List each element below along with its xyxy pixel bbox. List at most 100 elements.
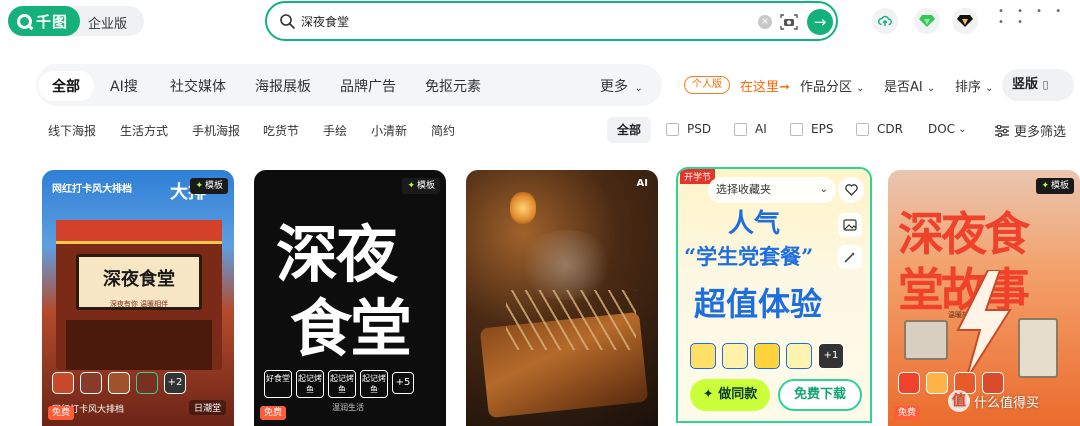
is-ai-dropdown[interactable]: 是否AI ⌄ (884, 76, 935, 95)
more-variants-count[interactable]: +2 (164, 372, 186, 394)
template-badge: ✦ 模板 (190, 178, 228, 194)
format-doc-dropdown[interactable]: DOC ⌄ (928, 122, 966, 136)
more-filters-button[interactable]: 更多筛选 (995, 121, 1066, 140)
variant-thumbnail[interactable] (108, 372, 130, 394)
category-cutout-elements[interactable]: 免抠元素 (425, 76, 481, 96)
format-ai[interactable]: AI (734, 122, 767, 136)
more-filters-label: 更多筛选 (1014, 125, 1067, 140)
template-card-hovered[interactable]: 开学节 选择收藏夹 ⌄ 人气 “学生党套餐” 超值体验 +1 ✦ 做同款 免费下… (676, 167, 872, 423)
clear-search-icon[interactable]: × (758, 15, 772, 29)
subcategory-simple[interactable]: 简约 (431, 122, 455, 139)
favorite-button[interactable] (838, 177, 864, 203)
is-ai-label: 是否AI (884, 80, 923, 95)
svip-button[interactable] (952, 8, 978, 34)
subcategory-lifestyle[interactable]: 生活方式 (120, 122, 168, 139)
sort-label: 排序 (955, 80, 982, 95)
chevron-down-icon: ⌄ (856, 83, 865, 94)
chevron-down-icon: ⌄ (958, 123, 967, 135)
checkbox-icon[interactable] (666, 122, 679, 136)
checkbox-icon[interactable] (856, 122, 869, 136)
here-link[interactable]: 在这里➞ (740, 76, 790, 95)
feature-chip: 好食堂 (264, 370, 292, 398)
more-menu-icon[interactable]: • • • • • • (998, 6, 1080, 28)
lightning-bolt-icon (956, 270, 1012, 380)
variant-thumbnail[interactable] (722, 343, 748, 369)
variant-thumbnail[interactable] (136, 372, 158, 394)
lantern-glow (510, 192, 536, 224)
sort-dropdown[interactable]: 排序 ⌄ (955, 76, 994, 95)
subcategory-mobile-poster[interactable]: 手机海报 (192, 122, 240, 139)
image-preview-button[interactable] (838, 213, 862, 237)
template-badge: ✦ 模板 (1036, 178, 1074, 194)
magic-wand-icon (844, 252, 855, 263)
feature-chip: 起记烤鱼 (328, 370, 356, 398)
chevron-down-icon: ⌄ (926, 83, 936, 94)
photo-card[interactable]: AI (466, 170, 658, 426)
free-download-button[interactable]: 免费下载 (778, 379, 862, 411)
variant-thumbnail[interactable] (690, 343, 716, 369)
storefront-illustration: 深夜食堂 深夜有你 温暖相伴 (56, 220, 222, 370)
more-variants-count[interactable]: +5 (392, 372, 414, 394)
personal-edition-badge[interactable]: 个人版 (684, 76, 730, 94)
format-all[interactable]: 全部 (607, 117, 651, 143)
subcategory-fresh[interactable]: 小清新 (371, 122, 407, 139)
search-bar[interactable]: × → (265, 1, 838, 41)
card-caption: 温润生活 (332, 403, 364, 412)
checkbox-icon[interactable] (734, 122, 747, 136)
orientation-label: 竖版 (1012, 77, 1039, 92)
shop-sub-sign: 深夜有你 温暖相伴 (109, 300, 169, 308)
image-search-icon[interactable] (779, 12, 799, 32)
subcategory-foodie-festival[interactable]: 吃货节 (263, 122, 299, 139)
variant-thumbnail[interactable] (898, 372, 920, 394)
sparkle-icon: ✦ (702, 387, 714, 402)
category-all[interactable]: 全部 (38, 71, 94, 101)
format-doc-label: DOC (928, 122, 956, 136)
watermark-text: 什么值得买 (974, 395, 1040, 411)
feature-chip: 起记烤鱼 (296, 370, 324, 398)
logo[interactable]: 千图 企业版 (8, 6, 144, 36)
variant-thumbnail[interactable] (926, 372, 948, 394)
free-badge: 免费 (260, 406, 287, 420)
search-submit-button[interactable]: → (807, 9, 833, 35)
template-card[interactable]: 网红打卡风大排档 大排 ✦ 模板 深夜食堂 深夜有你 温暖相伴 +2 网红打卡风大… (42, 170, 234, 426)
category-ai-search[interactable]: AI搜 (110, 76, 138, 96)
variant-thumbnail[interactable] (786, 343, 812, 369)
category-poster-board[interactable]: 海报展板 (255, 76, 311, 96)
template-card[interactable]: ✦ 模板 深夜 食堂 好食堂 起记烤鱼 起记烤鱼 起记烤鱼 +5 温润生活 免费 (254, 170, 446, 426)
more-categories-button[interactable]: 更多 ⌄ (600, 76, 643, 96)
logo-mark-icon (17, 13, 32, 29)
format-cdr-label: CDR (877, 122, 903, 136)
card-footer-brand: 日潮堂 (188, 400, 226, 415)
variant-thumbnail[interactable] (80, 372, 102, 394)
free-badge: 免费 (48, 406, 75, 420)
variant-thumbnail[interactable] (52, 372, 74, 394)
variant-thumbnail[interactable] (754, 343, 780, 369)
template-badge-label: 模板 (1050, 181, 1069, 191)
vip-button[interactable] (914, 8, 940, 34)
checkbox-icon[interactable] (790, 122, 803, 136)
enterprise-edition-label[interactable]: 企业版 (88, 13, 127, 32)
template-card[interactable]: ✦模板 深夜食 堂故事 温暖故事正在上演 免费 (888, 170, 1080, 426)
subcategory-hand-drawn[interactable]: 手绘 (323, 122, 347, 139)
sparkle-icon: ✦ (195, 181, 203, 191)
category-social-media[interactable]: 社交媒体 (170, 76, 226, 96)
collection-folder-select[interactable]: 选择收藏夹 ⌄ (708, 177, 836, 203)
more-categories-label: 更多 (600, 79, 628, 95)
format-psd[interactable]: PSD (666, 122, 711, 136)
collection-placeholder: 选择收藏夹 (716, 183, 771, 196)
logo-badge[interactable]: 千图 (8, 6, 80, 36)
works-category-dropdown[interactable]: 作品分区 ⌄ (800, 76, 865, 95)
card-title-line3: 超值体验 (694, 285, 823, 323)
chevron-down-icon: ⌄ (985, 83, 994, 94)
subcategory-offline-poster[interactable]: 线下海报 (48, 122, 96, 139)
format-cdr[interactable]: CDR (856, 122, 903, 136)
format-eps[interactable]: EPS (790, 122, 833, 136)
more-variants-count[interactable]: +1 (818, 343, 844, 369)
upload-button[interactable] (872, 8, 898, 34)
make-same-button[interactable]: ✦ 做同款 (690, 379, 770, 411)
orientation-toggle[interactable]: 竖版 ▯ (1002, 69, 1074, 101)
retro-tower (1018, 318, 1058, 378)
search-input[interactable] (301, 11, 701, 31)
edit-online-button[interactable] (838, 245, 862, 269)
category-brand-ads[interactable]: 品牌广告 (340, 76, 396, 96)
